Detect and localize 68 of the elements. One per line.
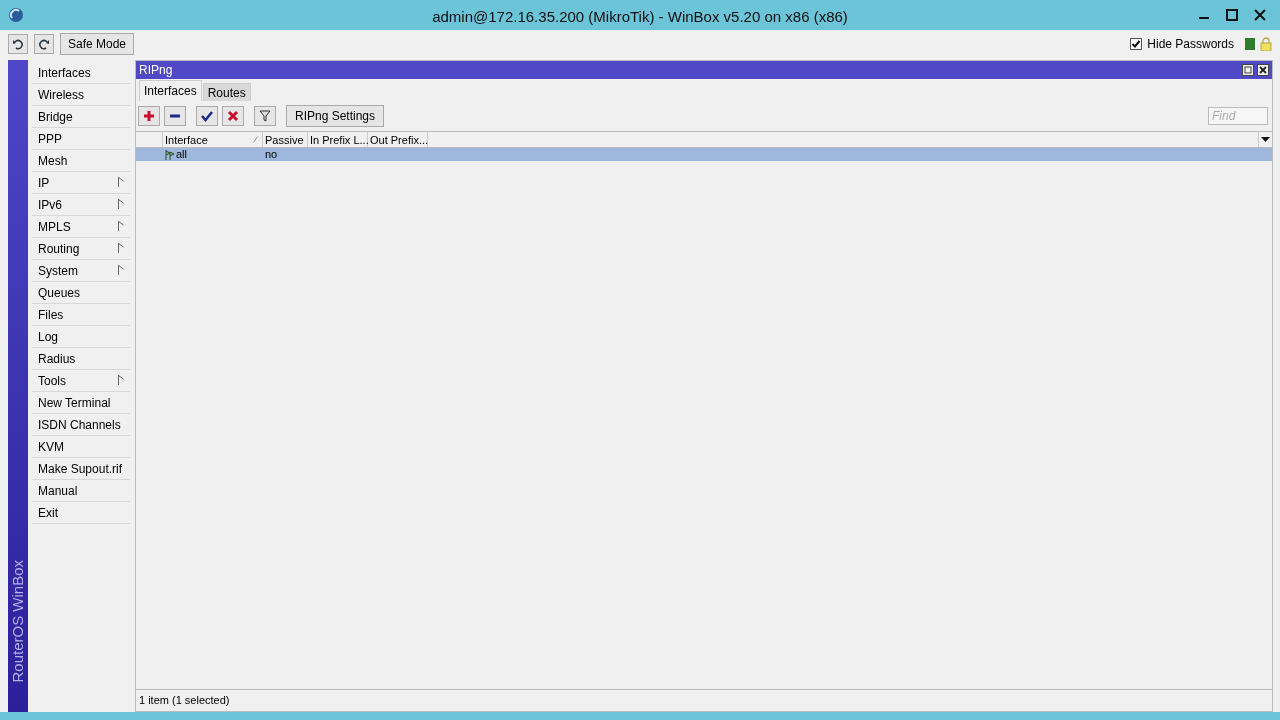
filter-icon	[259, 110, 271, 122]
panel-title: RIPng	[139, 62, 173, 79]
column-header[interactable]: Out Prefix...	[368, 132, 428, 147]
sidebar-item[interactable]: Interfaces	[32, 62, 130, 84]
submenu-flag-icon	[118, 265, 124, 275]
app-logo-icon	[8, 7, 24, 23]
sidebar-item[interactable]: IPv6	[32, 194, 130, 216]
sidebar-item[interactable]: Routing	[32, 238, 130, 260]
submenu-flag-icon	[118, 177, 124, 187]
submenu-flag-icon	[118, 243, 124, 253]
sidebar-item[interactable]: System	[32, 260, 130, 282]
settings-button[interactable]: RIPng Settings	[286, 105, 385, 127]
interface-flag-icon	[165, 149, 175, 160]
maximize-icon[interactable]	[1224, 7, 1240, 23]
remove-button[interactable]	[164, 106, 186, 126]
status-square-icon	[1245, 38, 1255, 50]
sidebar-item[interactable]: Exit	[32, 502, 130, 524]
sidebar-item[interactable]: Log	[32, 326, 130, 348]
filter-button[interactable]	[254, 106, 276, 126]
redo-button[interactable]	[34, 34, 54, 54]
close-icon[interactable]	[1252, 7, 1268, 23]
sidebar-item[interactable]: ISDN Channels	[32, 414, 130, 436]
sidebar-item[interactable]: Tools	[32, 370, 130, 392]
sidebar-item[interactable]: Bridge	[32, 106, 130, 128]
table-cell: no	[265, 148, 278, 161]
undo-icon	[12, 38, 24, 50]
submenu-flag-icon	[118, 221, 124, 231]
safe-mode-button[interactable]: Safe Mode	[60, 33, 135, 55]
sidebar-item[interactable]: New Terminal	[32, 392, 130, 414]
column-header[interactable]: Interface	[163, 132, 263, 147]
sidebar-item[interactable]: PPP	[32, 128, 130, 150]
column-menu-icon[interactable]	[1261, 137, 1270, 142]
padlock-icon	[1260, 37, 1272, 51]
submenu-flag-icon	[118, 199, 124, 209]
window-title: admin@172.16.35.200 (MikroTik) - WinBox v5.20 on x86 (x86)	[431, 7, 849, 27]
status-text: 1 item (1 selected)	[139, 693, 230, 709]
sidebar-item[interactable]: Manual	[32, 480, 130, 502]
sidebar-item[interactable]: MPLS	[32, 216, 130, 238]
add-button[interactable]	[138, 106, 160, 126]
redo-icon	[38, 38, 50, 50]
table-cell: all	[176, 148, 187, 161]
close-icon[interactable]	[1257, 64, 1269, 76]
find-field[interactable]: Find	[1208, 107, 1268, 125]
sidebar-item[interactable]: Files	[32, 304, 130, 326]
sidebar-item[interactable]: Queues	[32, 282, 130, 304]
submenu-flag-icon	[118, 375, 124, 385]
sidebar-item[interactable]: Mesh	[32, 150, 130, 172]
side-banner-label: RouterOS WinBox	[7, 559, 27, 683]
sidebar-item[interactable]: KVM	[32, 436, 130, 458]
tab[interactable]: Interfaces	[139, 80, 202, 101]
plus-icon	[143, 110, 155, 122]
enable-button[interactable]	[196, 106, 218, 126]
column-header[interactable]: Passive	[263, 132, 308, 147]
sidebar-item[interactable]: Radius	[32, 348, 130, 370]
sort-icon	[253, 136, 258, 143]
checkbox-label: Hide Passwords	[1147, 36, 1234, 53]
checkbox[interactable]	[1130, 38, 1143, 50]
checkmark-icon	[201, 110, 213, 122]
column-header[interactable]: In Prefix L...	[308, 132, 368, 147]
restore-icon[interactable]	[1242, 64, 1254, 76]
sidebar-item[interactable]: Make Supout.rif	[32, 458, 130, 480]
sidebar-item[interactable]: IP	[32, 172, 130, 194]
cross-icon	[227, 110, 239, 122]
sidebar-item[interactable]: Wireless	[32, 84, 130, 106]
table-row[interactable]: all no	[136, 148, 1272, 161]
tab[interactable]: Routes	[202, 83, 251, 101]
undo-button[interactable]	[8, 34, 28, 54]
disable-button[interactable]	[222, 106, 244, 126]
